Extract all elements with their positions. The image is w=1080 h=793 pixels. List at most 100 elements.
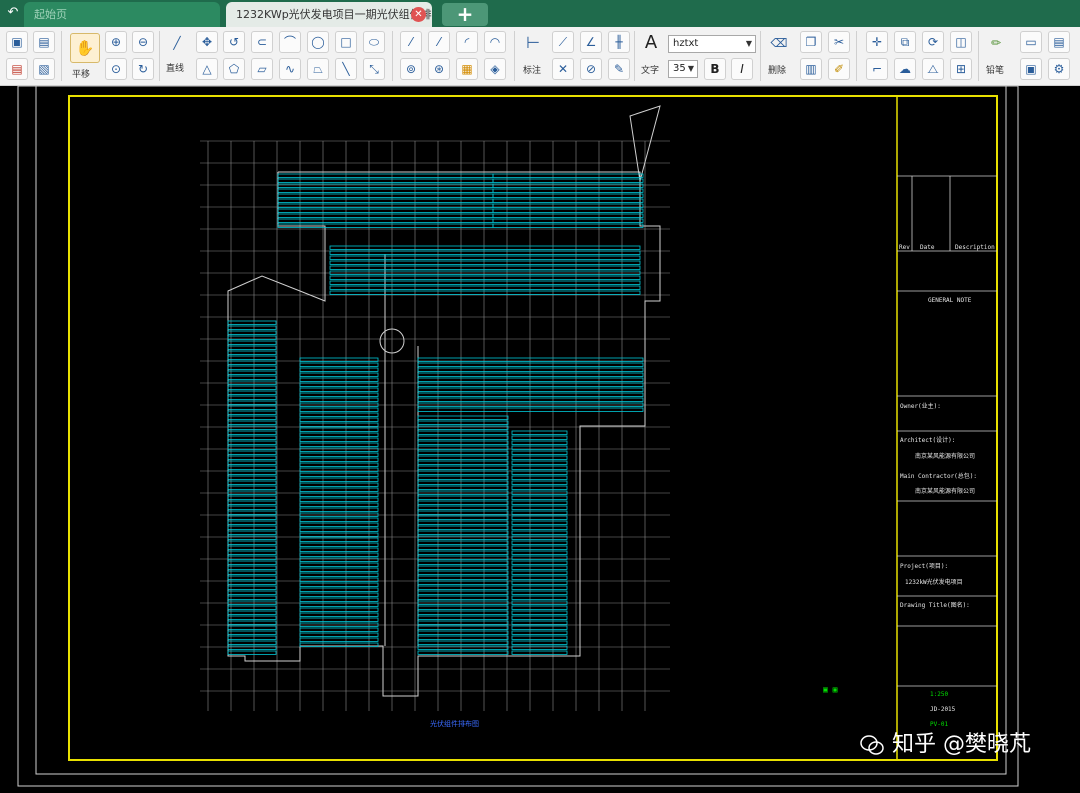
copy-icon[interactable]: ❐ xyxy=(800,31,822,53)
tab-home[interactable]: 起始页 xyxy=(24,2,220,27)
text-size-select[interactable]: 35 ▼ xyxy=(668,60,698,78)
pan-hand-icon[interactable]: ✋ xyxy=(70,33,100,63)
chamfer-icon[interactable]: ◠ xyxy=(484,31,506,53)
zoom-window-icon[interactable]: ⊙ xyxy=(105,58,127,80)
owner-label: Owner(业主): xyxy=(900,402,941,410)
panel-block xyxy=(417,415,509,655)
zoom-in-icon[interactable]: ⊕ xyxy=(105,31,127,53)
plan-caption: 光伏组件排布图 xyxy=(430,719,479,728)
contractor-name: 南京某风能源有限公司 xyxy=(915,487,975,495)
scale-value: 1:250 xyxy=(930,691,948,698)
project-number: JD-2015 xyxy=(930,706,956,713)
scale-icon[interactable]: ⧉ xyxy=(894,31,916,53)
cad-drawing: Rev Date Description GENERAL NOTE Owner(… xyxy=(17,85,1019,787)
add-tab-button[interactable]: + xyxy=(442,3,488,26)
wechat-logo-icon xyxy=(860,735,884,755)
rotate-icon[interactable]: ↺ xyxy=(223,31,245,53)
area-icon[interactable]: ▤ xyxy=(1048,31,1070,53)
spline-icon[interactable]: ∿ xyxy=(279,58,301,80)
dimension-icon[interactable]: ⊢ xyxy=(522,33,544,55)
toolbar: ▣ ▤ ▤ ▧ ✋ 平移 ⊕ ⊖ ⊙ ↻ ╱ 直线 ✥ ↺ ⊂ ⌒ ◯ □ ⬭ … xyxy=(0,27,1080,86)
circle-icon[interactable]: ◯ xyxy=(307,31,329,53)
ellipse-icon[interactable]: ⬭ xyxy=(363,31,385,53)
panel-block xyxy=(492,173,644,228)
bold-button[interactable]: B xyxy=(704,58,726,80)
drawing-canvas[interactable]: Rev Date Description GENERAL NOTE Owner(… xyxy=(0,85,1080,789)
font-select-value: hztxt xyxy=(673,38,699,49)
rev-date-header: Date xyxy=(920,244,935,251)
dimension-label: 标注 xyxy=(523,66,542,76)
font-select[interactable]: hztxt ▼ xyxy=(668,35,756,53)
building-outline xyxy=(227,105,661,697)
panel-block xyxy=(417,357,644,412)
layout-icon[interactable]: ▣ xyxy=(1020,58,1042,80)
stretch-icon[interactable]: ⌐ xyxy=(866,58,888,80)
match-properties-icon[interactable]: ✐ xyxy=(828,58,850,80)
project-name: 1232kW光伏发电项目 xyxy=(905,578,963,586)
close-icon[interactable]: ✕ xyxy=(411,7,426,22)
trapezoid-icon[interactable]: ⏢ xyxy=(307,58,329,80)
zoom-out-icon[interactable]: ⊖ xyxy=(132,31,154,53)
drawing-title-label: Drawing Title(图名): xyxy=(900,601,970,609)
eraser-icon[interactable]: ⌫ xyxy=(768,33,790,55)
grid-icon[interactable]: ⊞ xyxy=(950,58,972,80)
extend-icon[interactable]: ⁄ xyxy=(428,31,450,53)
refresh-icon[interactable]: ⟳ xyxy=(922,31,944,53)
continuous-dim-icon[interactable]: ╫ xyxy=(608,31,630,53)
aligned-dim-icon[interactable]: ⟋ xyxy=(552,31,574,53)
move-icon[interactable]: ✥ xyxy=(196,31,218,53)
panel-block xyxy=(511,430,568,655)
italic-button[interactable]: I xyxy=(731,58,753,80)
offset-icon[interactable]: ⊚ xyxy=(400,58,422,80)
diameter-dim-icon[interactable]: ⊘ xyxy=(580,58,602,80)
settings-icon[interactable]: ⚙ xyxy=(1048,58,1070,80)
copy-shape-icon[interactable]: ⊂ xyxy=(251,31,273,53)
panel-block xyxy=(329,245,641,295)
solar-panel-arrays xyxy=(227,173,644,655)
line-icon[interactable]: ╱ xyxy=(166,33,188,55)
layers-icon[interactable]: ◫ xyxy=(950,31,972,53)
radius-dim-icon[interactable]: ✕ xyxy=(552,58,574,80)
image-export-icon[interactable]: ▧ xyxy=(33,58,55,80)
pencil-icon[interactable]: ✏ xyxy=(985,33,1007,55)
architect-label: Architect(设计): xyxy=(900,436,955,444)
pdf-export-icon[interactable]: ▤ xyxy=(6,58,28,80)
text-icon[interactable]: A xyxy=(640,33,662,55)
trim-icon[interactable]: ⁄ xyxy=(400,31,422,53)
save-as-icon[interactable]: ▤ xyxy=(33,31,55,53)
save-icon[interactable]: ▣ xyxy=(6,31,28,53)
triangle-icon[interactable]: △ xyxy=(196,58,218,80)
fill-icon[interactable]: ◈ xyxy=(484,58,506,80)
arc-icon[interactable]: ⌒ xyxy=(279,31,301,53)
pan-label: 平移 xyxy=(72,70,91,80)
parallelogram-icon[interactable]: ▱ xyxy=(251,58,273,80)
paste-icon[interactable]: ▥ xyxy=(800,58,822,80)
north-marker: ▣ ▣ xyxy=(823,685,838,694)
hatch-icon[interactable]: ▦ xyxy=(456,58,478,80)
panel-block xyxy=(299,357,379,647)
measure-icon[interactable]: ▭ xyxy=(1020,31,1042,53)
cloud-icon[interactable]: ☁ xyxy=(894,58,916,80)
leader-icon[interactable]: ✎ xyxy=(608,58,630,80)
rectangle-icon[interactable]: □ xyxy=(335,31,357,53)
delete-label: 删除 xyxy=(768,66,787,76)
arrow-line-icon[interactable]: ⤡ xyxy=(363,58,385,80)
contractor-label: Main Contractor(总包): xyxy=(900,472,977,480)
array-icon[interactable]: ⊛ xyxy=(428,58,450,80)
angular-dim-icon[interactable]: ∠ xyxy=(580,31,602,53)
architect-name: 南京某风能源有限公司 xyxy=(915,452,975,460)
mirror-icon[interactable]: ⧍ xyxy=(922,58,944,80)
back-arrow-icon[interactable]: ↶ xyxy=(4,4,22,22)
zoom-extents-icon[interactable]: ↻ xyxy=(132,58,154,80)
general-note-label: GENERAL NOTE xyxy=(928,297,972,304)
tab-drawing[interactable]: 1232KWp光伏发电项目一期光伏组件排布图.dwg ✕ xyxy=(226,2,432,27)
fillet-icon[interactable]: ◜ xyxy=(456,31,478,53)
move-cross-icon[interactable]: ✛ xyxy=(866,31,888,53)
diagonal-line-icon[interactable]: ╲ xyxy=(335,58,357,80)
watermark: 知乎 @樊晓芃 xyxy=(860,726,1031,758)
tab-drawing-label: 1232KWp光伏发电项目一期光伏组件排布图.dwg xyxy=(236,8,432,21)
pentagon-icon[interactable]: ⬠ xyxy=(223,58,245,80)
project-label: Project(项目): xyxy=(900,563,948,570)
line-label: 直线 xyxy=(166,64,185,74)
cut-icon[interactable]: ✂ xyxy=(828,31,850,53)
